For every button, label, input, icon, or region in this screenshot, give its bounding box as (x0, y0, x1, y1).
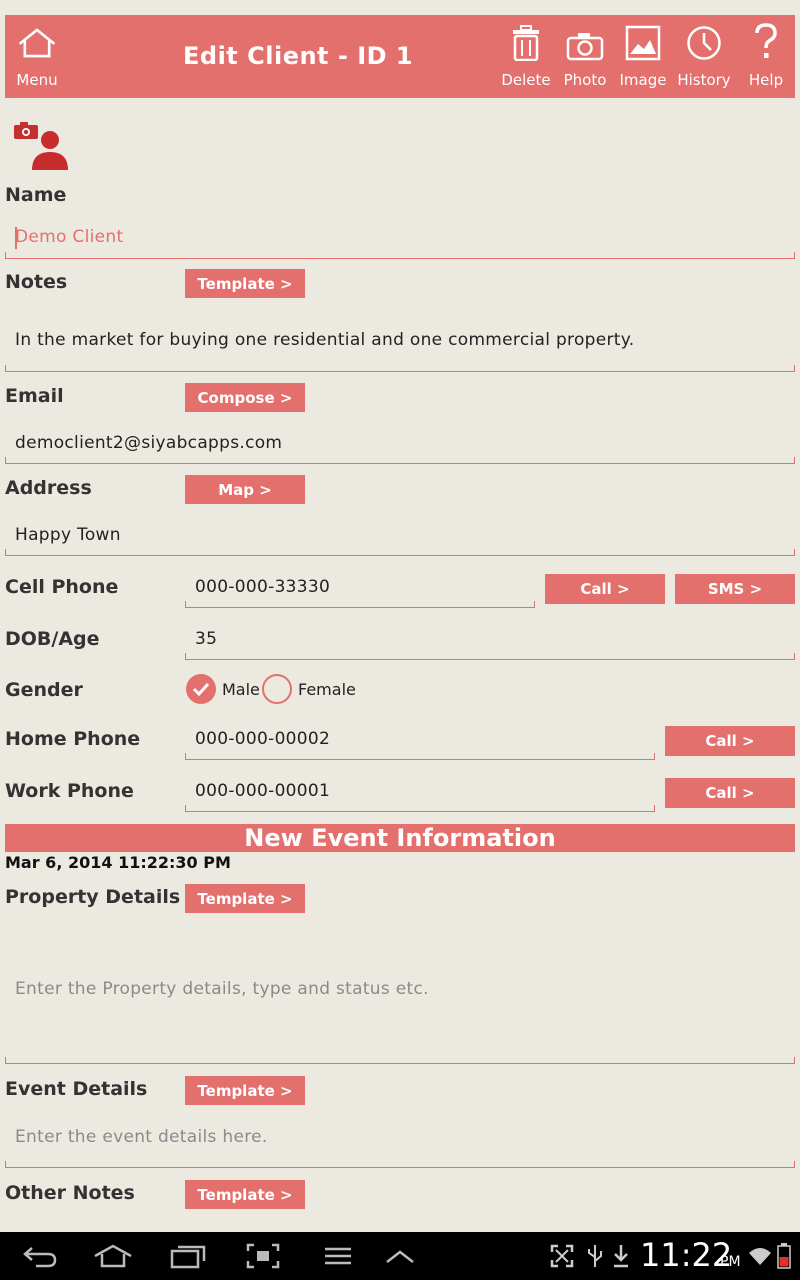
email-compose-button[interactable]: Compose > (185, 383, 305, 412)
delete-label: Delete (501, 71, 551, 89)
email-input[interactable]: democlient2@siyabcapps.com (15, 433, 282, 453)
image-button[interactable]: Image (618, 15, 668, 98)
cell-call-button[interactable]: Call > (545, 574, 665, 604)
home-phone-label: Home Phone (5, 728, 141, 750)
cell-phone-input[interactable]: 000-000-33330 (195, 577, 330, 597)
question-icon (746, 15, 786, 61)
other-notes-template-button[interactable]: Template > (185, 1180, 305, 1209)
back-icon (23, 1247, 57, 1268)
gender-label: Gender (5, 679, 83, 701)
notes-underline (5, 365, 795, 372)
recent-apps-icon (170, 1245, 206, 1269)
work-phone-label: Work Phone (5, 780, 134, 802)
property-details-underline (5, 1057, 795, 1064)
property-details-label: Property Details (5, 886, 181, 908)
battery-icon (774, 1232, 794, 1280)
work-call-button[interactable]: Call > (665, 778, 795, 808)
download-icon (610, 1232, 632, 1280)
back-button[interactable] (18, 1232, 62, 1280)
address-underline (5, 549, 795, 556)
address-map-button[interactable]: Map > (185, 475, 305, 504)
image-icon (623, 15, 663, 61)
event-details-underline (5, 1161, 795, 1168)
home-phone-underline (185, 753, 655, 760)
cell-sms-button[interactable]: SMS > (675, 574, 795, 604)
address-input[interactable]: Happy Town (15, 525, 121, 545)
menu-nav-button[interactable] (318, 1232, 358, 1280)
name-label: Name (5, 184, 67, 206)
notes-input[interactable]: In the market for buying one residential… (15, 330, 634, 350)
wifi-icon (746, 1232, 774, 1280)
usb-icon (584, 1232, 606, 1280)
menu-button[interactable]: Menu (9, 15, 65, 98)
screenshot-icon (246, 1243, 280, 1269)
clock-icon (684, 15, 724, 61)
chevron-up-icon (386, 1250, 414, 1263)
trash-icon (506, 15, 546, 61)
notes-template-button[interactable]: Template > (185, 269, 305, 298)
event-timestamp: Mar 6, 2014 11:22:30 PM (5, 853, 231, 872)
fullscreen-icon (548, 1232, 576, 1280)
home-nav-icon (94, 1244, 132, 1268)
property-template-button[interactable]: Template > (185, 884, 305, 913)
app-header: Menu Edit Client - ID 1 Delete Photo Ima… (5, 15, 795, 98)
delete-button[interactable]: Delete (499, 15, 553, 98)
home-phone-input[interactable]: 000-000-00002 (195, 729, 330, 749)
cell-phone-label: Cell Phone (5, 576, 119, 598)
name-underline (5, 252, 795, 259)
dob-input[interactable]: 35 (195, 629, 217, 649)
address-label: Address (5, 477, 92, 499)
notes-label: Notes (5, 271, 68, 293)
image-label: Image (619, 71, 667, 89)
home-icon (17, 15, 57, 61)
recent-apps-button[interactable] (166, 1232, 210, 1280)
event-details-label: Event Details (5, 1078, 148, 1100)
gender-female-label: Female (298, 680, 356, 699)
menu-lines-icon (325, 1247, 351, 1265)
history-button[interactable]: History (675, 15, 733, 98)
help-label: Help (748, 71, 784, 89)
help-button[interactable]: Help (743, 15, 789, 98)
system-nav-bar: 11:22 PM (0, 1232, 800, 1280)
history-label: History (677, 71, 731, 89)
gender-male-radio[interactable] (186, 674, 216, 704)
screenshot-button[interactable] (242, 1232, 284, 1280)
email-label: Email (5, 385, 64, 407)
page-title: Edit Client - ID 1 (183, 42, 414, 70)
menu-label: Menu (16, 71, 58, 89)
expand-up-button[interactable] (380, 1232, 420, 1280)
client-avatar-icon (14, 122, 68, 170)
camera-icon (565, 15, 605, 61)
gender-female-radio[interactable] (262, 674, 292, 704)
work-phone-underline (185, 805, 655, 812)
event-section-header: New Event Information (5, 824, 795, 852)
other-notes-label: Other Notes (5, 1182, 135, 1204)
photo-label: Photo (563, 71, 607, 89)
work-phone-input[interactable]: 000-000-00001 (195, 781, 330, 801)
photo-button[interactable]: Photo (560, 15, 610, 98)
dob-underline (185, 653, 795, 660)
checkmark-icon (192, 682, 210, 697)
home-call-button[interactable]: Call > (665, 726, 795, 756)
event-template-button[interactable]: Template > (185, 1076, 305, 1105)
dob-label: DOB/Age (5, 628, 100, 650)
event-details-input[interactable]: Enter the event details here. (15, 1127, 268, 1147)
status-clock: 11:22 (640, 1236, 733, 1274)
home-nav-button[interactable] (90, 1232, 136, 1280)
property-details-input[interactable]: Enter the Property details, type and sta… (15, 979, 429, 999)
cell-phone-underline (185, 601, 535, 608)
name-input[interactable]: Demo Client (15, 227, 123, 247)
status-ampm: PM (720, 1254, 741, 1270)
email-underline (5, 457, 795, 464)
gender-male-label: Male (222, 680, 260, 699)
client-photo-button[interactable] (12, 118, 70, 174)
